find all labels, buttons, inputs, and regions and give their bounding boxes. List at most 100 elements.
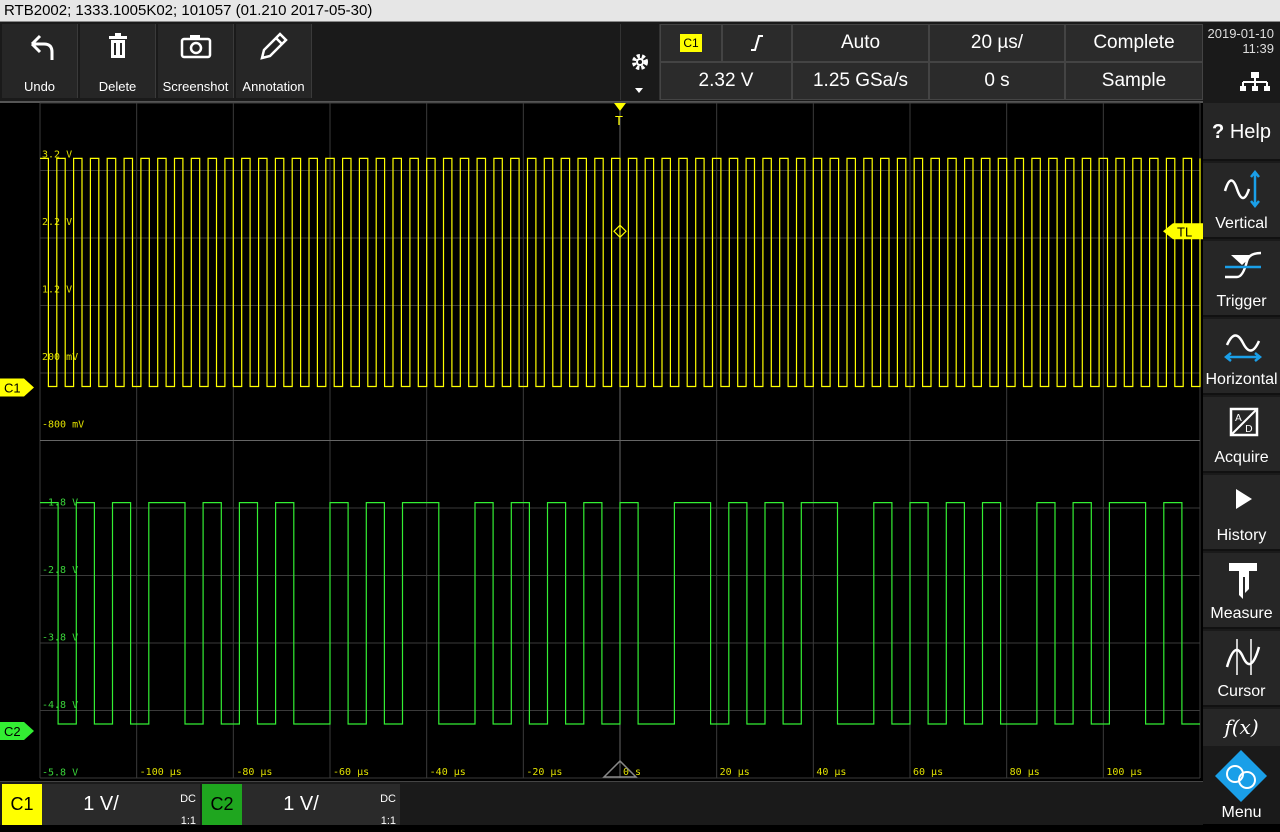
sidebar-item-trigger[interactable]: Trigger xyxy=(1203,241,1280,317)
waveform-svg: 3.2 V2.2 V1.2 V200 mV-800 mV-1.8 V-2.8 V… xyxy=(0,102,1203,779)
trigger-mode-cell[interactable]: Auto xyxy=(792,24,929,62)
caliper-icon xyxy=(1229,563,1257,599)
delete-button[interactable]: Delete xyxy=(80,24,156,98)
ch2-tag: C2 xyxy=(202,784,242,825)
ch1-tile[interactable]: C1 1 V/ DC 1:1 xyxy=(2,784,200,827)
svg-text:TL: TL xyxy=(1177,224,1192,239)
sidebar-item-fx[interactable]: f(x) xyxy=(1203,709,1280,747)
svg-text:C1: C1 xyxy=(4,381,21,396)
delete-label: Delete xyxy=(98,79,137,94)
vertical-icon xyxy=(1223,169,1260,209)
annotation-label: Annotation xyxy=(242,79,305,94)
ch1-coupling: DC 1:1 xyxy=(180,788,196,832)
trigger-source-badge: C1 xyxy=(680,34,702,52)
time-tick-label: -60 µs xyxy=(333,767,369,778)
ch2-coupling: DC 1:1 xyxy=(380,788,396,832)
datetime-panel: 2019-01-10 11:39 xyxy=(1203,24,1280,100)
svg-text:D: D xyxy=(1245,424,1253,435)
annotation-button[interactable]: Annotation xyxy=(236,24,312,98)
undo-icon xyxy=(30,34,54,60)
sidebar-item-cursor[interactable]: Cursor xyxy=(1203,631,1280,707)
time-tick-label: 100 µs xyxy=(1106,767,1142,778)
time-tick-label: 60 µs xyxy=(913,767,943,778)
waveform-display[interactable]: 3.2 V 2.2 V 1.2 V 200 mV -800 mV -1.8 V -2.8 V… xyxy=(0,101,1203,781)
ch2-offset-marker[interactable]: C2 xyxy=(0,722,34,740)
sidebar-item-acquire[interactable]: A D Acquire xyxy=(1203,397,1280,473)
fx-label: f(x) xyxy=(1224,715,1259,739)
time-text: 11:39 xyxy=(1242,41,1274,56)
ch2-scale: 1 V/ xyxy=(283,793,319,815)
acq-mode-cell[interactable]: Sample xyxy=(1065,62,1203,100)
ch1-probe-ratio: 1:1 xyxy=(180,815,196,827)
time-tick-label: 20 µs xyxy=(720,767,750,778)
sidebar-item-label: Measure xyxy=(1210,605,1273,622)
network-icon xyxy=(1240,72,1270,91)
trigger-level-marker[interactable]: TL xyxy=(1163,223,1203,240)
ch2-tile[interactable]: C2 1 V/ DC 1:1 xyxy=(202,784,400,827)
ch1-level-label: -800 mV xyxy=(42,420,84,431)
help-label: ? Help xyxy=(1203,121,1280,144)
ch2-level-label: -3.8 V xyxy=(42,632,78,643)
pencil-icon xyxy=(260,32,288,60)
help-button[interactable]: ? Help xyxy=(1203,103,1280,161)
channel-bar: C1 1 V/ DC 1:1 C2 1 V/ DC 1:1 xyxy=(0,781,1203,827)
time-tick-label: -20 µs xyxy=(526,767,562,778)
ch1-tag: C1 xyxy=(2,784,42,825)
horizontal-position-cell[interactable]: 0 s xyxy=(929,62,1065,100)
timebase-cell[interactable]: 20 µs/ xyxy=(929,24,1065,62)
svg-text:C2: C2 xyxy=(4,724,21,739)
sidebar-item-label: Cursor xyxy=(1217,683,1266,700)
menu-button[interactable]: Menu xyxy=(1203,746,1280,824)
play-icon xyxy=(1236,489,1252,509)
gear-icon xyxy=(632,54,648,70)
ch2-probe-ratio: 1:1 xyxy=(380,815,396,827)
cursor-icon xyxy=(1225,639,1261,675)
axis-labels: 3.2 V2.2 V1.2 V200 mV-800 mV-1.8 V-2.8 V… xyxy=(42,150,1142,779)
trigger-level-cell[interactable]: 2.32 V xyxy=(660,62,792,100)
ch1-scale: 1 V/ xyxy=(83,793,119,815)
sidebar: ? Help Vertical Trigger Horizontal A D A… xyxy=(1203,101,1280,824)
help-text: Help xyxy=(1229,121,1271,143)
ch1-coupling-mode: DC xyxy=(180,793,196,805)
sample-rate-cell[interactable]: 1.25 GSa/s xyxy=(792,62,929,100)
camera-icon xyxy=(180,35,212,59)
ch1-level-label: 200 mV xyxy=(42,352,78,363)
chevron-down-icon xyxy=(635,88,643,93)
ch2-coupling-mode: DC xyxy=(380,793,396,805)
menu-label: Menu xyxy=(1221,804,1262,821)
settings-gear-button[interactable] xyxy=(620,24,660,100)
undo-label: Undo xyxy=(23,79,56,94)
screenshot-button[interactable]: Screenshot xyxy=(158,24,234,98)
sidebar-item-history[interactable]: History xyxy=(1203,475,1280,551)
time-tick-label: 80 µs xyxy=(1010,767,1040,778)
rising-edge-icon xyxy=(751,35,763,51)
acquire-icon: A D xyxy=(1229,407,1259,437)
svg-text:A: A xyxy=(1235,413,1242,424)
window-title: RTB2002; 1333.1005K02; 101057 (01.210 20… xyxy=(0,0,1280,22)
trash-icon xyxy=(109,33,127,58)
screenshot-label: Screenshot xyxy=(162,79,229,94)
ch2-trace xyxy=(40,502,1200,725)
ch2-level-label: -2.8 V xyxy=(42,565,78,576)
undo-button[interactable]: Undo xyxy=(2,24,78,98)
trigger-slope-cell[interactable] xyxy=(722,24,792,62)
ch1-offset-marker[interactable]: C1 xyxy=(0,378,34,397)
ch2-level-label: -5.8 V xyxy=(42,767,78,778)
sidebar-item-label: Acquire xyxy=(1214,449,1269,466)
trigger-position-marker[interactable]: T xyxy=(614,103,626,128)
trigger-icon xyxy=(1225,251,1262,279)
ch2-level-label: -4.8 V xyxy=(42,700,78,711)
ch1-trace xyxy=(40,157,1201,388)
acq-status-cell[interactable]: Complete xyxy=(1065,24,1203,62)
sidebar-item-horizontal[interactable]: Horizontal xyxy=(1203,319,1280,395)
time-tick-label: 40 µs xyxy=(816,767,846,778)
help-question-icon: ? xyxy=(1212,121,1230,143)
sidebar-item-label: History xyxy=(1216,527,1267,544)
rs-logo-icon xyxy=(1215,750,1267,802)
svg-text:T: T xyxy=(615,113,623,128)
date-text: 2019-01-10 xyxy=(1207,26,1275,41)
sidebar-item-label: Horizontal xyxy=(1205,371,1278,388)
sidebar-item-measure[interactable]: Measure xyxy=(1203,553,1280,629)
horizontal-icon xyxy=(1223,334,1263,362)
sidebar-item-vertical[interactable]: Vertical xyxy=(1203,163,1280,239)
